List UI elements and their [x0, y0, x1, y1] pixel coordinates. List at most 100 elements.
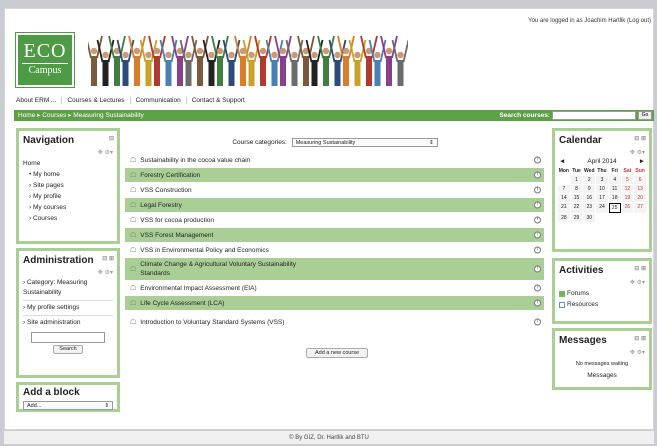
calendar-date[interactable]: 16: [583, 194, 596, 202]
course-row[interactable]: ☖ VSS Forest Management i: [125, 228, 544, 243]
course-row[interactable]: ☖ Forestry Certification i: [125, 168, 544, 183]
info-icon[interactable]: i: [534, 216, 541, 224]
login-info[interactable]: You are logged in as Joachim Hartlik (Lo…: [528, 18, 651, 24]
next-month-icon[interactable]: ►: [639, 158, 645, 165]
course-row[interactable]: ☖ VSS in Environmental Policy and Economi…: [125, 243, 544, 258]
course-title[interactable]: Introduction to Voluntary Standard Syste…: [140, 318, 320, 327]
collapse-icon[interactable]: ⊟ ⊞: [634, 135, 646, 142]
collapse-icon[interactable]: ⊟ ⊞: [634, 335, 646, 342]
go-button[interactable]: Go: [638, 111, 652, 120]
course-row[interactable]: ☖ Climate Change & Agricultural Voluntary…: [125, 258, 544, 281]
eco-campus-logo[interactable]: ECO Campus: [15, 32, 75, 88]
info-icon[interactable]: i: [534, 201, 541, 209]
course-title[interactable]: VSS Forest Management: [140, 232, 213, 239]
course-row[interactable]: ☖ VSS Construction i: [125, 183, 544, 198]
info-icon[interactable]: i: [534, 246, 541, 254]
course-title[interactable]: VSS in Environmental Policy and Economic…: [140, 247, 269, 254]
activity-forums[interactable]: Forums: [555, 288, 649, 299]
calendar-date[interactable]: 3: [596, 176, 608, 184]
calendar-date[interactable]: 13: [634, 185, 646, 193]
calendar-date[interactable]: 28: [558, 214, 570, 222]
calendar-date[interactable]: 12: [621, 185, 634, 193]
calendar-date[interactable]: 29: [570, 214, 583, 222]
nav-item-site-pages[interactable]: › Site pages: [23, 180, 117, 191]
course-title[interactable]: VSS Construction: [140, 187, 191, 194]
calendar-date[interactable]: 30: [583, 214, 596, 222]
calendar-date[interactable]: 14: [558, 194, 570, 202]
move-icon[interactable]: ✥ ⚙▾: [555, 149, 649, 158]
admin-item-site-admin[interactable]: › Site administration: [23, 318, 117, 328]
calendar-date[interactable]: 8: [570, 185, 583, 193]
calendar-date[interactable]: 21: [558, 203, 570, 213]
calendar-date[interactable]: 4: [608, 176, 621, 184]
course-title[interactable]: Environmental Impact Assessment (EIA): [140, 285, 256, 292]
admin-item-profile-settings[interactable]: › My profile settings: [23, 303, 117, 313]
calendar-date[interactable]: 18: [608, 194, 621, 202]
calendar-date[interactable]: 23: [583, 203, 596, 213]
nav-item-courses[interactable]: › Courses: [23, 213, 117, 224]
course-row[interactable]: ☖ Environmental Impact Assessment (EIA) i: [125, 281, 544, 296]
calendar-date[interactable]: 11: [608, 185, 621, 193]
menu-about[interactable]: About ERM ...: [16, 97, 63, 104]
admin-item-category[interactable]: › Category: Measuring Sustainability: [23, 278, 117, 298]
admin-search-button[interactable]: Search: [53, 345, 83, 354]
search-courses-input[interactable]: [552, 111, 636, 120]
calendar-date[interactable]: 10: [596, 185, 608, 193]
collapse-icon[interactable]: ⊟ ⊞: [102, 255, 114, 262]
calendar-date[interactable]: 7: [558, 185, 570, 193]
calendar-date[interactable]: 27: [634, 203, 646, 213]
calendar-date[interactable]: 15: [570, 194, 583, 202]
calendar-date[interactable]: 22: [570, 203, 583, 213]
move-icon[interactable]: ✥ ⚙▾: [19, 269, 117, 278]
breadcrumb[interactable]: Home ▸ Courses ▸ Measuring Sustainabilit…: [18, 112, 144, 119]
nav-item-my-home[interactable]: • My home: [23, 169, 117, 180]
course-row[interactable]: ☖ VSS for cocoa production i: [125, 213, 544, 228]
info-icon[interactable]: i: [534, 156, 541, 164]
activity-resources[interactable]: Resources: [555, 299, 649, 310]
calendar-month[interactable]: April 2014: [587, 158, 616, 165]
calendar-date[interactable]: 6: [634, 176, 646, 184]
info-icon[interactable]: i: [534, 284, 541, 292]
info-icon[interactable]: i: [534, 231, 541, 239]
calendar-date[interactable]: 19: [621, 194, 634, 202]
course-title[interactable]: Sustainability in the cocoa value chain: [140, 157, 250, 164]
info-icon[interactable]: i: [534, 265, 541, 273]
calendar-date[interactable]: 20: [634, 194, 646, 202]
move-icon[interactable]: ✥ ⚙▾: [555, 279, 649, 288]
calendar-date[interactable]: 9: [583, 185, 596, 193]
menu-courses[interactable]: Courses & Lectures: [62, 97, 131, 104]
course-row[interactable]: ☖ Introduction to Voluntary Standard Syst…: [125, 311, 544, 334]
course-row[interactable]: ☖ Life Cycle Assessment (LCA) i: [125, 296, 544, 311]
messages-link[interactable]: Messages: [555, 370, 649, 382]
course-title[interactable]: Life Cycle Assessment (LCA): [140, 300, 224, 307]
info-icon[interactable]: i: [534, 318, 541, 326]
add-block-select[interactable]: Add... ⇕: [23, 401, 113, 410]
course-title[interactable]: Forestry Certification: [140, 172, 200, 179]
admin-search-input[interactable]: [31, 332, 105, 343]
course-row[interactable]: ☖ Sustainability in the cocoa value chain…: [125, 153, 544, 168]
collapse-icon[interactable]: ⊟ ⊞: [634, 265, 646, 272]
menu-contact[interactable]: Contact & Support: [187, 97, 250, 104]
info-icon[interactable]: i: [534, 299, 541, 307]
nav-home[interactable]: Home: [23, 158, 117, 169]
calendar-date[interactable]: 25: [608, 203, 621, 213]
course-row[interactable]: ☖ Legal Forestry i: [125, 198, 544, 213]
move-icon[interactable]: ✥ ⚙▾: [19, 149, 117, 158]
course-title[interactable]: Climate Change & Agricultural Voluntary …: [140, 260, 310, 278]
add-new-course-button[interactable]: Add a new course: [306, 348, 368, 358]
info-icon[interactable]: i: [534, 186, 541, 194]
calendar-date[interactable]: 2: [583, 176, 596, 184]
menu-communication[interactable]: Communication: [131, 97, 187, 104]
calendar-date[interactable]: 1: [570, 176, 583, 184]
category-select[interactable]: Measuring Sustainability ⇕: [291, 138, 438, 147]
info-icon[interactable]: i: [534, 171, 541, 179]
course-title[interactable]: VSS for cocoa production: [140, 217, 214, 224]
course-title[interactable]: Legal Forestry: [140, 202, 182, 209]
calendar-date[interactable]: 24: [596, 203, 608, 213]
nav-item-my-courses[interactable]: › My courses: [23, 202, 117, 213]
calendar-date[interactable]: 26: [621, 203, 634, 213]
calendar-date[interactable]: 5: [621, 176, 634, 184]
prev-month-icon[interactable]: ◄: [559, 158, 565, 165]
collapse-icon[interactable]: ⊟: [109, 135, 114, 142]
nav-item-my-profile[interactable]: › My profile: [23, 191, 117, 202]
